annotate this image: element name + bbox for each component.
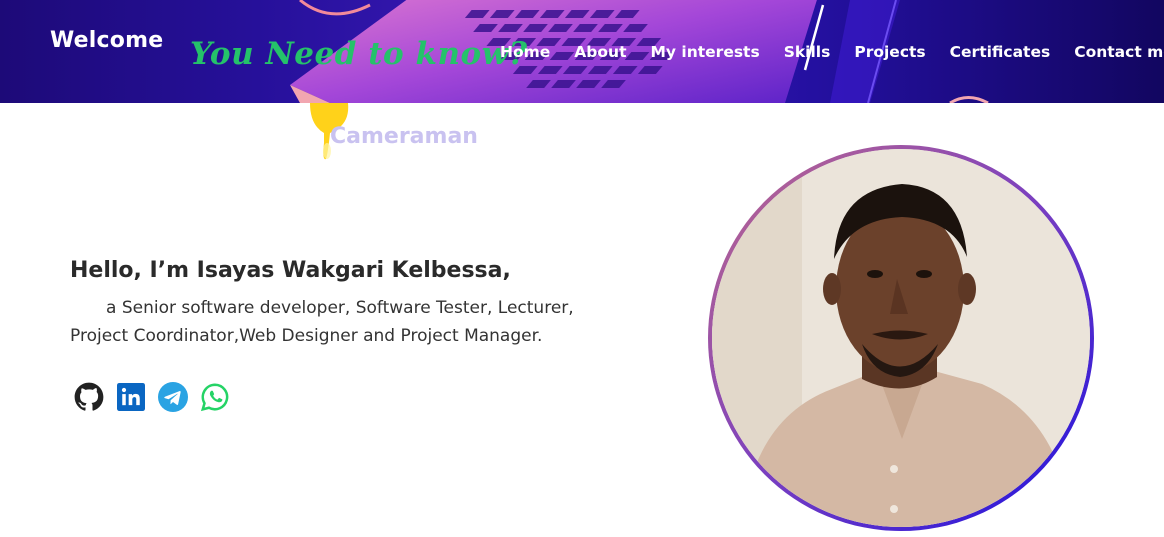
- hero-description: a Senior software developer, Software Te…: [70, 298, 574, 346]
- telegram-icon[interactable]: [158, 382, 188, 412]
- nav-my-interests[interactable]: My interests: [650, 43, 759, 61]
- nav-about[interactable]: About: [574, 43, 626, 61]
- nav-projects[interactable]: Projects: [854, 43, 925, 61]
- profile-photo: [712, 149, 1090, 527]
- brand-logo[interactable]: Welcome: [50, 28, 163, 53]
- github-icon[interactable]: [74, 382, 104, 412]
- profile-photo-frame: [708, 145, 1094, 531]
- linkedin-icon[interactable]: [116, 382, 146, 412]
- nav-certificates[interactable]: Certificates: [950, 43, 1051, 61]
- main-nav: Home About My interests Skills Projects …: [500, 43, 1164, 61]
- social-links: [74, 382, 242, 412]
- nav-home[interactable]: Home: [500, 43, 550, 61]
- whatsapp-icon[interactable]: [200, 382, 230, 412]
- nav-skills[interactable]: Skills: [784, 43, 831, 61]
- site-header: Welcome You Need to know? Home About My …: [0, 0, 1164, 103]
- nav-contact-me[interactable]: Contact me: [1074, 43, 1164, 61]
- rotating-role-text: Cameraman: [330, 124, 478, 149]
- tagline-text: You Need to know?: [190, 36, 528, 72]
- hero-greeting: Hello, I’m Isayas Wakgari Kelbessa,: [70, 258, 511, 283]
